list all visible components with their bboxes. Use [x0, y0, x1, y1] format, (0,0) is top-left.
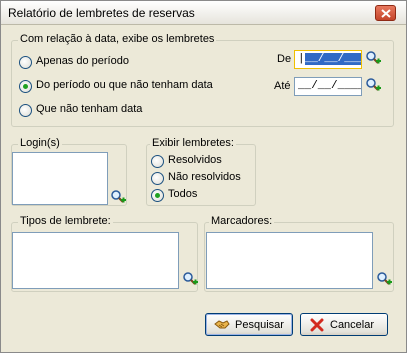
radio-label[interactable]: Todos — [168, 188, 197, 200]
marcadores-list[interactable] — [206, 232, 373, 289]
tipos-lookup-icon[interactable] — [182, 271, 198, 287]
login-group-label: Login(s) — [18, 137, 62, 149]
date-to-value: __/__/____ — [298, 80, 362, 92]
tipos-list[interactable] — [12, 232, 179, 289]
radio-label[interactable]: Resolvidos — [168, 154, 222, 166]
period-group-label: Com relação à data, exibe os lembretes — [18, 33, 217, 45]
close-icon — [381, 9, 391, 18]
login-lookup-icon[interactable] — [110, 189, 126, 205]
ate-label: Até — [274, 80, 291, 92]
report-dialog: Relatório de lembretes de reservas Com r… — [0, 0, 407, 353]
de-label: De — [277, 53, 292, 65]
close-button[interactable] — [375, 5, 396, 21]
radio-button[interactable] — [19, 80, 32, 93]
date-from-value: __/__/____ — [304, 53, 361, 65]
pesquisar-button[interactable]: Pesquisar — [205, 313, 293, 336]
date-to-lookup-icon[interactable] — [365, 77, 381, 93]
handshake-icon — [214, 320, 230, 329]
cancel-x-icon — [310, 318, 324, 332]
login-list[interactable] — [12, 152, 108, 205]
radio-button[interactable] — [19, 56, 32, 69]
date-from-lookup-icon[interactable] — [365, 50, 381, 66]
marcadores-lookup-icon[interactable] — [376, 271, 392, 287]
window-title: Relatório de lembretes de reservas — [8, 6, 195, 20]
marcadores-group-label: Marcadores: — [209, 215, 275, 227]
cancelar-button-label: Cancelar — [330, 319, 375, 331]
cancelar-button[interactable]: Cancelar — [300, 313, 388, 336]
radio-button[interactable] — [151, 155, 164, 168]
radio-label[interactable]: Não resolvidos — [168, 171, 241, 183]
radio-label[interactable]: Que não tenham data — [36, 103, 142, 115]
radio-button[interactable] — [19, 104, 32, 117]
date-to-field[interactable]: __/__/____ — [294, 77, 362, 96]
pesquisar-button-label: Pesquisar — [235, 319, 284, 331]
title-bar[interactable]: Relatório de lembretes de reservas — [1, 1, 406, 25]
exibir-group-label: Exibir lembretes: — [150, 137, 236, 149]
radio-button[interactable] — [151, 189, 164, 202]
radio-label[interactable]: Do período ou que não tenham data — [36, 79, 213, 91]
date-from-field[interactable]: |__/__/____ — [294, 50, 362, 69]
radio-label[interactable]: Apenas do período — [36, 55, 129, 67]
tipos-group-label: Tipos de lembrete: — [18, 215, 113, 227]
radio-button[interactable] — [151, 172, 164, 185]
